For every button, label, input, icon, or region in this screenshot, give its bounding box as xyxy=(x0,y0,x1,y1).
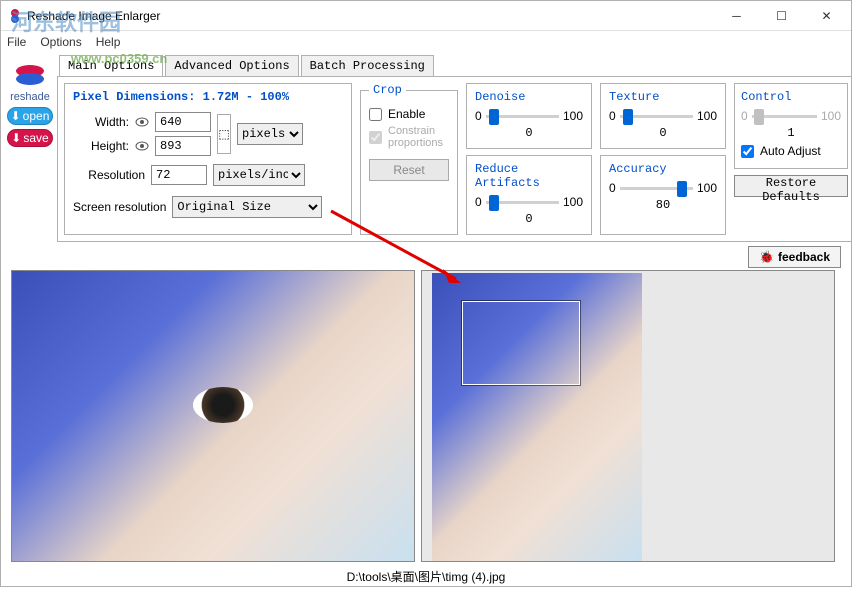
reduce-label: Reduce Artifacts xyxy=(475,162,583,190)
restore-defaults-button[interactable]: Restore Defaults xyxy=(734,175,848,197)
accuracy-slider[interactable] xyxy=(620,178,693,198)
tab-main-options[interactable]: Main Options xyxy=(59,55,163,76)
accuracy-group: Accuracy 0100 80 xyxy=(600,155,726,235)
width-label: Width: xyxy=(73,115,129,129)
menu-help[interactable]: Help xyxy=(96,35,121,49)
menu-bar: File Options Help xyxy=(1,31,851,53)
screen-resolution-label: Screen resolution xyxy=(73,200,166,214)
save-button[interactable]: ⬇save xyxy=(7,129,53,147)
denoise-value: 0 xyxy=(475,126,583,140)
reduce-slider[interactable] xyxy=(486,192,559,212)
reduce-value: 0 xyxy=(475,212,583,226)
selection-box[interactable] xyxy=(462,301,580,385)
open-icon: ⬇ xyxy=(11,109,21,123)
pixel-dimensions-group: Pixel Dimensions: 1.72M - 100% Width: He… xyxy=(64,83,352,235)
texture-value: 0 xyxy=(609,126,717,140)
auto-adjust-checkbox[interactable] xyxy=(741,145,754,158)
crop-reset-button: Reset xyxy=(369,159,449,181)
feedback-button[interactable]: 🐞feedback xyxy=(748,246,841,268)
sidebar: reshade ⬇open ⬇save xyxy=(7,55,53,242)
bug-icon: 🐞 xyxy=(759,250,774,264)
link-dimensions-icon[interactable]: ⬚ xyxy=(217,114,231,154)
crop-enable-label: Enable xyxy=(388,107,425,121)
enlarged-preview[interactable] xyxy=(11,270,415,562)
control-value: 1 xyxy=(741,126,841,140)
tab-batch-processing[interactable]: Batch Processing xyxy=(301,55,434,76)
resolution-label: Resolution xyxy=(73,168,145,182)
width-input[interactable] xyxy=(155,112,211,132)
tab-advanced-options[interactable]: Advanced Options xyxy=(165,55,298,76)
texture-slider[interactable] xyxy=(620,106,693,126)
maximize-button[interactable]: ☐ xyxy=(759,2,804,30)
constrain-label: Constrain proportions xyxy=(388,125,449,149)
accuracy-value: 80 xyxy=(609,198,717,212)
save-icon: ⬇ xyxy=(11,131,21,145)
menu-options[interactable]: Options xyxy=(40,35,81,49)
accuracy-label: Accuracy xyxy=(609,162,717,176)
resolution-unit-select[interactable]: pixels/inch xyxy=(213,164,305,186)
crop-enable-checkbox[interactable] xyxy=(369,108,382,121)
crop-legend: Crop xyxy=(369,83,406,97)
control-slider xyxy=(752,106,817,126)
pixel-dimensions-header: Pixel Dimensions: 1.72M - 100% xyxy=(73,90,343,104)
texture-group: Texture 0100 0 xyxy=(600,83,726,149)
denoise-group: Denoise 0100 0 xyxy=(466,83,592,149)
app-icon xyxy=(7,8,23,24)
reshade-logo-icon xyxy=(12,63,48,87)
close-button[interactable]: ✕ xyxy=(804,2,849,30)
height-input[interactable] xyxy=(155,136,211,156)
screen-resolution-select[interactable]: Original Size xyxy=(172,196,322,218)
brand-label: reshade xyxy=(10,91,50,103)
denoise-label: Denoise xyxy=(475,90,583,104)
eye-icon xyxy=(135,117,149,127)
minimize-button[interactable]: ─ xyxy=(714,2,759,30)
control-group: Control 0100 1 Auto Adjust xyxy=(734,83,848,169)
unit-select[interactable]: pixels xyxy=(237,123,303,145)
open-button[interactable]: ⬇open xyxy=(7,107,53,125)
source-preview[interactable] xyxy=(421,270,835,562)
window-title: Reshade Image Enlarger xyxy=(27,9,160,23)
title-bar: Reshade Image Enlarger ─ ☐ ✕ xyxy=(1,1,851,31)
control-label: Control xyxy=(741,90,841,104)
height-label: Height: xyxy=(73,139,129,153)
crop-group: Crop Enable Constrain proportions Reset xyxy=(360,83,458,235)
resolution-input[interactable] xyxy=(151,165,207,185)
eye-icon xyxy=(135,141,149,151)
constrain-checkbox xyxy=(369,131,382,144)
texture-label: Texture xyxy=(609,90,717,104)
denoise-slider[interactable] xyxy=(486,106,559,126)
tab-body: Pixel Dimensions: 1.72M - 100% Width: He… xyxy=(57,76,852,242)
reduce-artifacts-group: Reduce Artifacts 0100 0 xyxy=(466,155,592,235)
menu-file[interactable]: File xyxy=(7,35,26,49)
auto-adjust-label: Auto Adjust xyxy=(760,144,821,158)
tab-strip: Main Options Advanced Options Batch Proc… xyxy=(59,55,852,76)
